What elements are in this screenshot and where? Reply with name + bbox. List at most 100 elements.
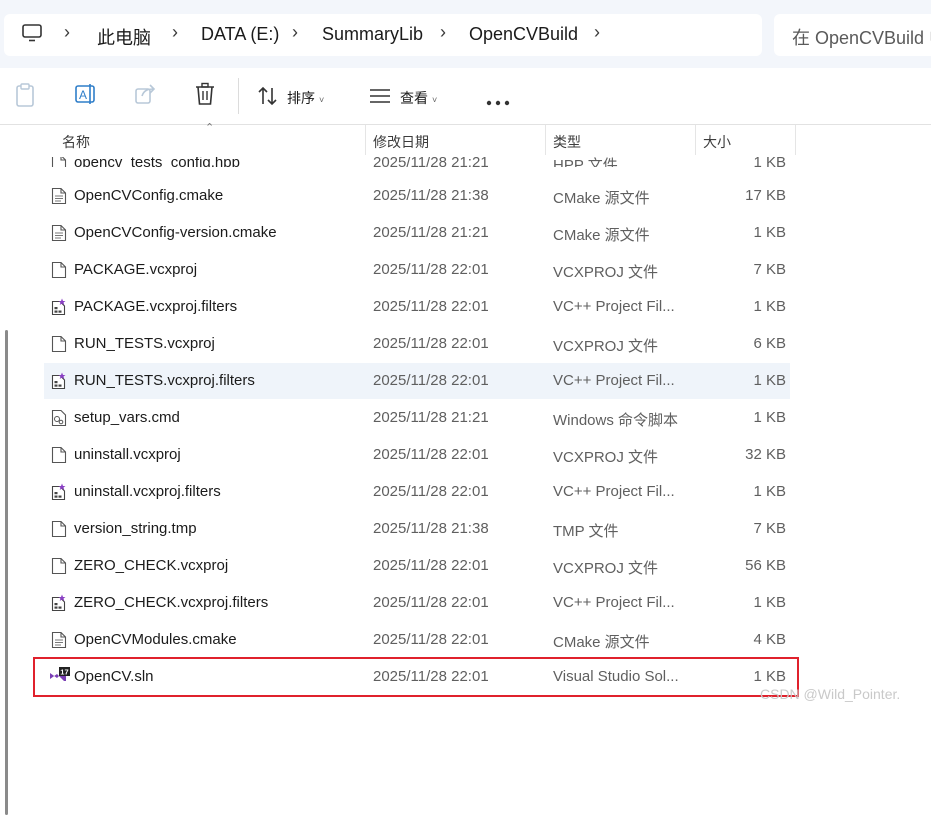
file-size: 4 KB [753, 631, 786, 648]
file-name: PACKAGE.vcxproj.filters [74, 298, 238, 315]
file-name: OpenCVConfig.cmake [74, 187, 224, 204]
file-icon [51, 335, 67, 353]
file-date: 2025/11/28 22:01 [373, 372, 489, 389]
breadcrumb-this-pc[interactable]: 此电脑 [97, 24, 151, 50]
list-item[interactable]: OpenCVConfig.cmake 2025/11/28 21:38 CMak… [44, 178, 790, 214]
file-type: VCXPROJ 文件 [553, 338, 659, 355]
breadcrumb-data-drive[interactable]: DATA (E:) [201, 24, 279, 45]
file-name: ZERO_CHECK.vcxproj [74, 557, 229, 574]
file-type: CMake 源文件 [553, 190, 650, 207]
svg-text:A: A [79, 88, 87, 102]
file-size: 17 KB [745, 187, 786, 204]
file-icon [51, 446, 67, 464]
file-size: 1 KB [753, 409, 786, 426]
file-type: VCXPROJ 文件 [553, 264, 659, 281]
file-date: 2025/11/28 22:01 [373, 335, 489, 352]
this-pc-icon[interactable] [22, 24, 42, 47]
chevron-right-icon[interactable]: › [64, 22, 70, 43]
vcfilters-icon [51, 298, 67, 316]
sort-ascending-icon: ⌃ [205, 122, 215, 134]
file-size: 7 KB [753, 520, 786, 537]
file-name: uninstall.vcxproj [74, 446, 181, 463]
file-name: setup_vars.cmd [74, 409, 180, 426]
file-type: VCXPROJ 文件 [553, 560, 659, 577]
search-placeholder: 在 OpenCVBuild 中 [792, 28, 931, 48]
list-item[interactable]: uninstall.vcxproj.filters 2025/11/28 22:… [44, 474, 790, 510]
chevron-right-icon[interactable]: › [292, 22, 298, 43]
breadcrumb-opencvbuild[interactable]: OpenCVBuild [469, 24, 578, 45]
list-item[interactable]: RUN_TESTS.vcxproj 2025/11/28 22:01 VCXPR… [44, 326, 790, 362]
list-item[interactable]: ZERO_CHECK.vcxproj 2025/11/28 22:01 VCXP… [44, 548, 790, 584]
chevron-right-icon[interactable]: › [440, 22, 446, 43]
chevron-right-icon[interactable]: › [172, 22, 178, 43]
file-name: RUN_TESTS.vcxproj.filters [74, 372, 255, 389]
file-type: VC++ Project Fil... [553, 298, 675, 315]
chevron-down-icon: ˅ [319, 95, 325, 105]
file-date: 2025/11/28 22:01 [373, 594, 489, 611]
sort-label: 排序 [287, 90, 315, 106]
toolbar-divider [238, 78, 239, 114]
paste-icon[interactable] [14, 82, 36, 113]
text-file-icon [51, 187, 67, 205]
sort-icon[interactable] [257, 86, 279, 111]
view-icon[interactable] [369, 88, 391, 109]
column-header-size[interactable]: 大小 [703, 132, 731, 152]
file-size: 1 KB [753, 298, 786, 315]
column-divider[interactable] [365, 125, 366, 155]
vcfilters-icon [51, 372, 67, 390]
command-bar: A 排序 ˅ 查看 ˅ [0, 68, 931, 125]
delete-icon[interactable] [194, 82, 216, 111]
share-icon[interactable] [134, 82, 158, 111]
chevron-right-icon[interactable]: › [594, 22, 600, 43]
file-type: VC++ Project Fil... [553, 594, 675, 611]
view-label: 查看 [400, 90, 428, 106]
list-item[interactable]: uninstall.vcxproj 2025/11/28 22:01 VCXPR… [44, 437, 790, 473]
file-date: 2025/11/28 22:01 [373, 298, 489, 315]
file-size: 7 KB [753, 261, 786, 278]
file-date: 2025/11/28 22:01 [373, 557, 489, 574]
file-date: 2025/11/28 22:01 [373, 446, 489, 463]
column-divider[interactable] [695, 125, 696, 155]
vcfilters-icon [51, 483, 67, 501]
file-name: version_string.tmp [74, 520, 197, 537]
file-name: PACKAGE.vcxproj [74, 261, 198, 278]
file-name: ZERO_CHECK.vcxproj.filters [74, 594, 269, 611]
file-icon [51, 557, 67, 575]
file-name: uninstall.vcxproj.filters [74, 483, 221, 500]
rename-icon[interactable]: A [74, 82, 98, 111]
search-input[interactable]: 在 OpenCVBuild 中 [774, 14, 931, 56]
list-item[interactable]: version_string.tmp 2025/11/28 21:38 TMP … [44, 511, 790, 547]
list-item[interactable]: PACKAGE.vcxproj 2025/11/28 22:01 VCXPROJ… [44, 252, 790, 288]
column-header-date[interactable]: 修改日期 [373, 132, 429, 152]
more-options-icon[interactable] [486, 93, 510, 111]
file-icon [51, 520, 67, 538]
list-item[interactable]: OpenCVConfig-version.cmake 2025/11/28 21… [44, 215, 790, 251]
list-item[interactable]: OpenCVModules.cmake 2025/11/28 22:01 CMa… [44, 622, 790, 658]
list-item[interactable]: PACKAGE.vcxproj.filters 2025/11/28 22:01… [44, 289, 790, 325]
breadcrumb-summarylib[interactable]: SummaryLib [322, 24, 423, 45]
file-name: OpenCVModules.cmake [74, 631, 237, 648]
view-button[interactable]: 查看 ˅ [400, 88, 437, 108]
column-header-name[interactable]: 名称 [62, 132, 90, 152]
column-divider[interactable] [545, 125, 546, 155]
column-divider[interactable] [795, 125, 796, 155]
file-name: RUN_TESTS.vcxproj [74, 335, 215, 352]
chevron-down-icon: ˅ [432, 95, 438, 105]
text-file-icon [51, 631, 67, 649]
file-date: 2025/11/28 21:38 [373, 187, 489, 204]
file-type: Windows 命令脚本 [553, 412, 679, 429]
text-file-icon [51, 224, 67, 242]
list-item[interactable]: RUN_TESTS.vcxproj.filters 2025/11/28 22:… [44, 363, 790, 399]
sort-button[interactable]: 排序 ˅ [287, 88, 324, 108]
file-date: 2025/11/28 21:21 [373, 409, 489, 426]
file-type: VC++ Project Fil... [553, 372, 675, 389]
watermark: CSDN @Wild_Pointer. [760, 686, 901, 702]
file-date: 2025/11/28 22:01 [373, 483, 489, 500]
file-date: 2025/11/28 21:38 [373, 520, 489, 537]
column-header-type[interactable]: 类型 [553, 132, 581, 152]
list-item[interactable]: ZERO_CHECK.vcxproj.filters 2025/11/28 22… [44, 585, 790, 621]
vertical-scrollbar[interactable] [5, 330, 8, 815]
file-size: 56 KB [745, 557, 786, 574]
file-type: CMake 源文件 [553, 634, 650, 651]
list-item[interactable]: setup_vars.cmd 2025/11/28 21:21 Windows … [44, 400, 790, 436]
